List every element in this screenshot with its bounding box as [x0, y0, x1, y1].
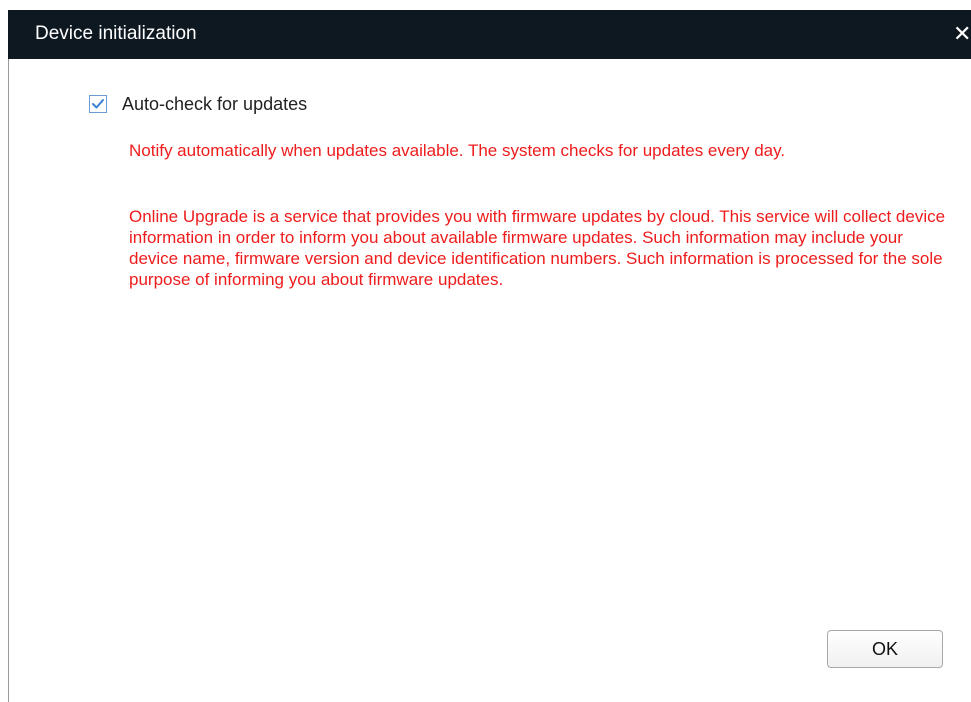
online-upgrade-description: Online Upgrade is a service that provide… — [129, 207, 946, 289]
auto-check-updates-option[interactable]: Auto-check for updates — [89, 92, 307, 116]
dialog-titlebar: Device initialization ✕ — [8, 10, 971, 59]
dialog-title: Device initialization — [35, 23, 197, 44]
close-icon[interactable]: ✕ — [953, 21, 971, 47]
ok-button[interactable]: OK — [827, 630, 943, 668]
dialog-left-border — [8, 59, 9, 702]
auto-check-label: Auto-check for updates — [122, 94, 308, 114]
device-initialization-dialog: Device initialization ✕ Auto-check for u… — [0, 0, 971, 702]
auto-check-checkbox[interactable] — [89, 95, 107, 113]
notify-description: Notify automatically when updates availa… — [129, 141, 786, 160]
checkmark-icon — [92, 99, 104, 109]
